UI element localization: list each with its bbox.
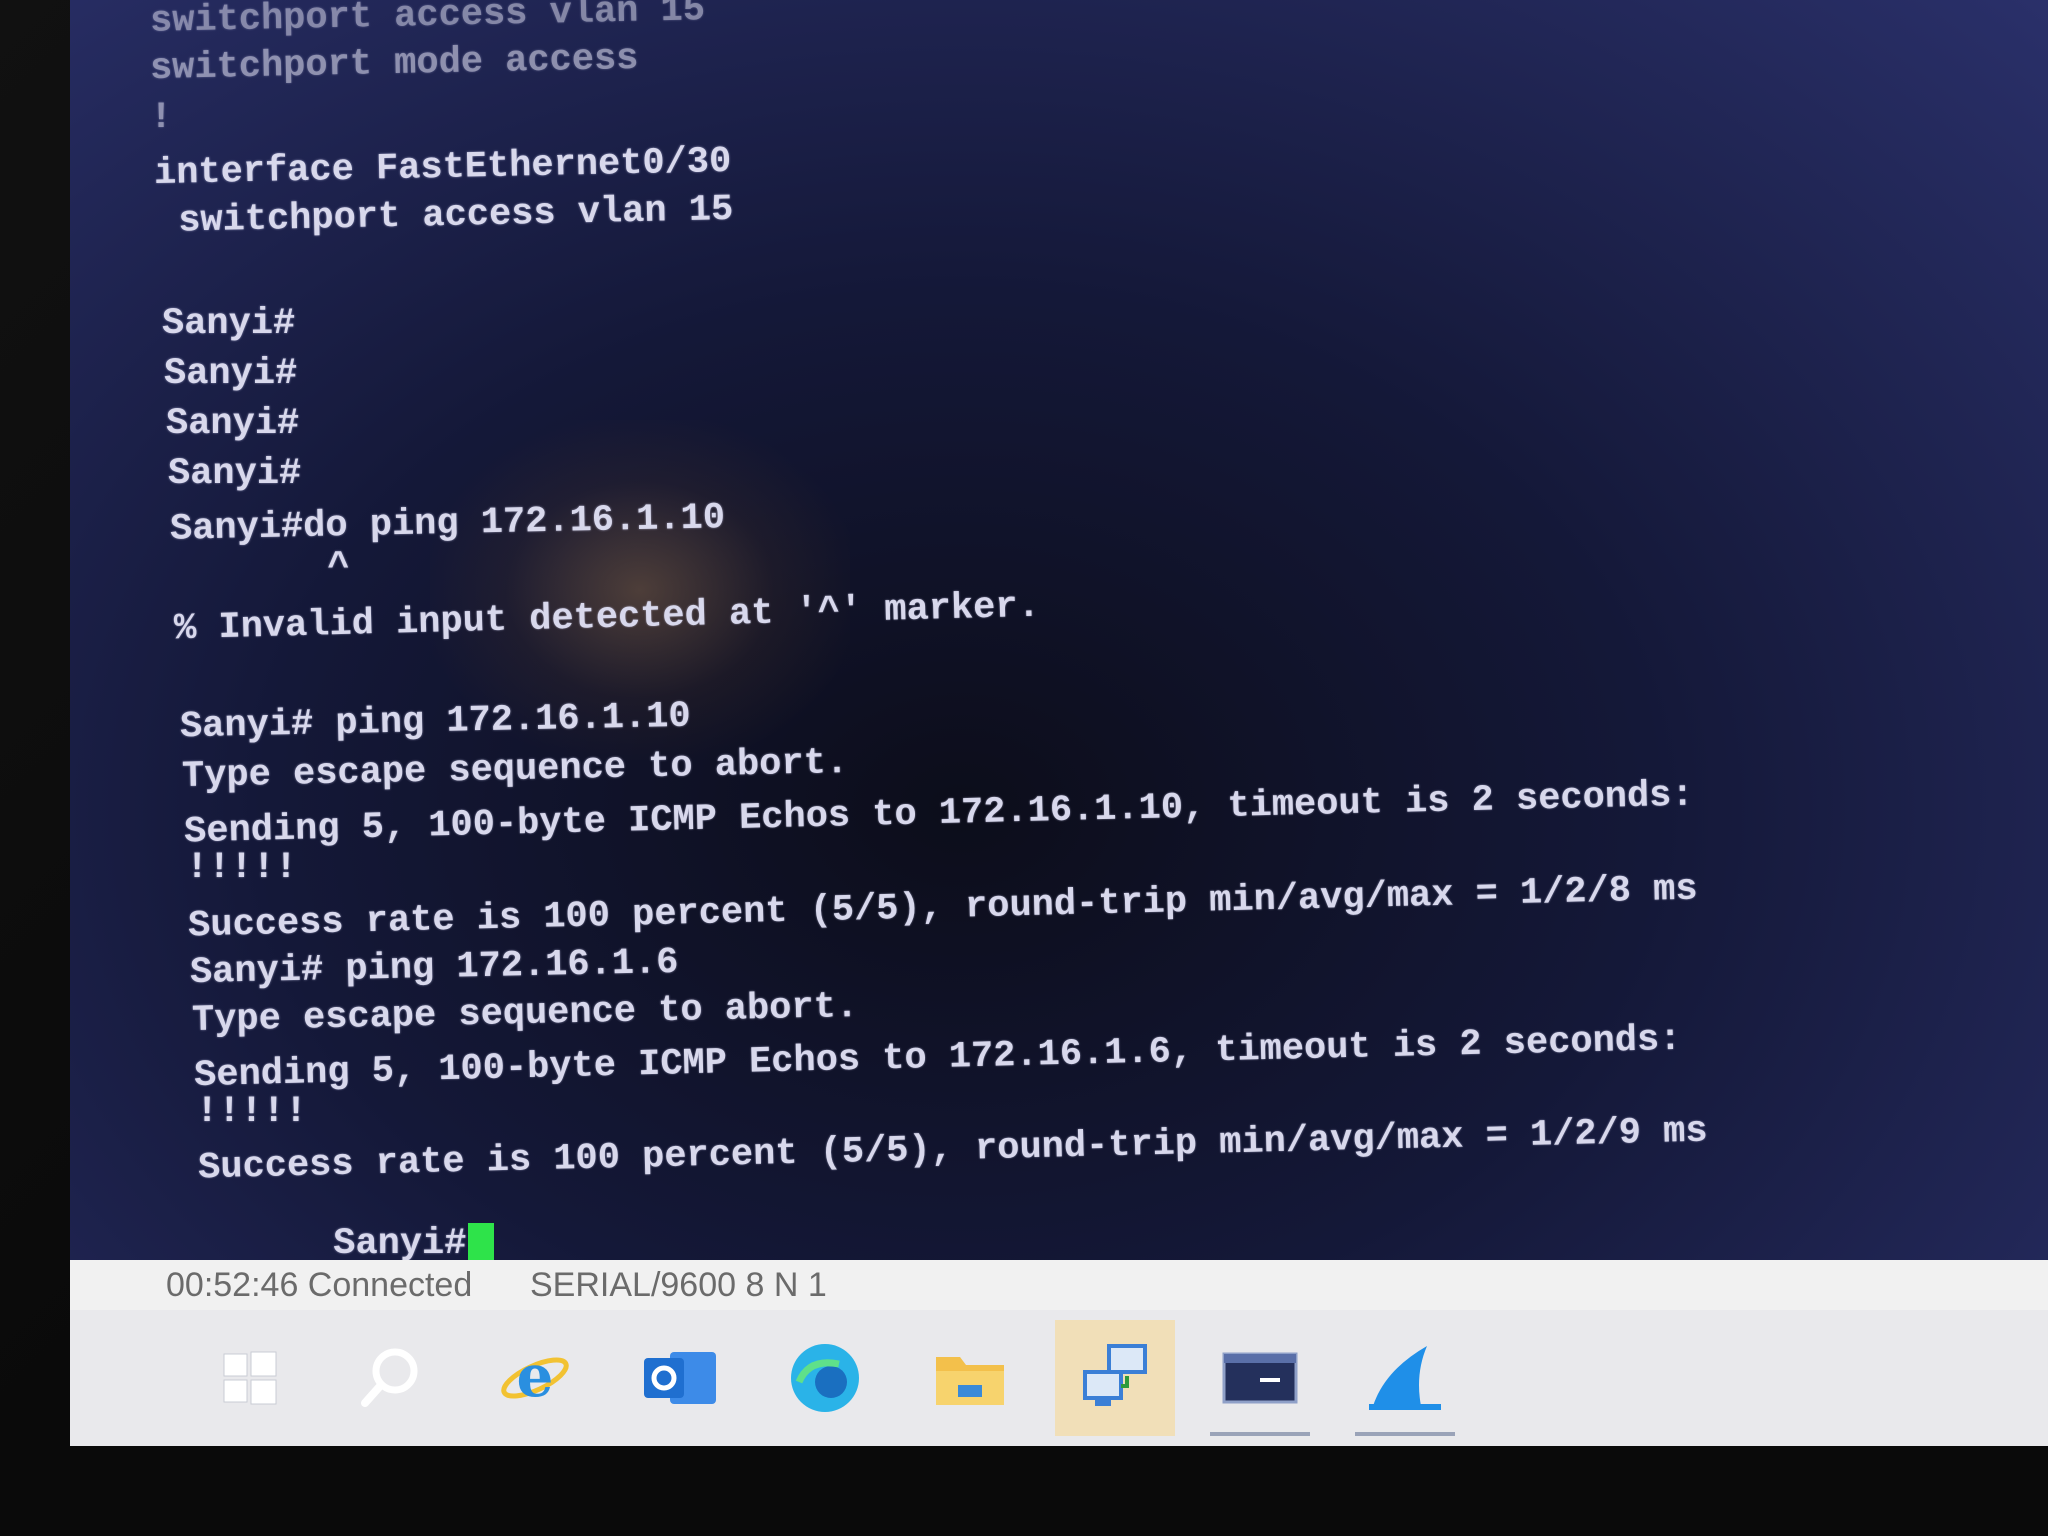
terminal-ping-result: !!!!! — [196, 1091, 308, 1133]
terminal-line: switchport access vlan 15 — [155, 188, 734, 244]
edge-icon — [791, 1344, 859, 1412]
outlook-icon — [644, 1352, 716, 1404]
terminal-line: Type escape sequence to abort. — [191, 986, 859, 1042]
shark-fin-icon — [1369, 1346, 1441, 1410]
network-app-button[interactable] — [1055, 1320, 1175, 1436]
svg-text:e: e — [517, 1342, 554, 1410]
terminal-error-line: % Invalid input detected at '^' marker. — [173, 585, 1041, 651]
terminal-cursor — [468, 1223, 495, 1263]
internet-explorer-icon: e — [501, 1342, 569, 1410]
terminal-prompt-line: Sanyi# — [166, 403, 300, 445]
search-icon — [361, 1348, 418, 1407]
terminal-line: Type escape sequence to abort. — [181, 742, 849, 798]
terminal-prompt-line: Sanyi# — [162, 303, 296, 345]
terminal-ping-result: !!!!! — [186, 847, 298, 889]
file-explorer-button[interactable] — [910, 1320, 1030, 1436]
terminal-prompt-line: Sanyi# — [164, 353, 298, 395]
terminal-line: interface FastEthernet0/30 — [153, 140, 732, 196]
terminal-command-line: Sanyi# ping 172.16.1.10 — [179, 695, 692, 749]
terminal-line: switchport access vlan 15 — [149, 0, 706, 43]
start-button[interactable] — [190, 1320, 310, 1436]
search-button[interactable] — [330, 1320, 450, 1436]
running-indicator — [1355, 1432, 1455, 1436]
taskbar: e — [70, 1310, 2048, 1446]
terminal-app-button[interactable] — [1200, 1320, 1320, 1436]
wireshark-button[interactable] — [1345, 1320, 1465, 1436]
terminal-line: Success rate is 100 percent (5/5), round… — [187, 868, 1699, 948]
terminal-line: switchport mode access — [149, 37, 639, 91]
connection-status: 00:52:46 Connected — [166, 1266, 473, 1304]
windows-logo-icon — [223, 1351, 277, 1405]
folder-icon — [936, 1357, 1004, 1405]
terminal-line: ! — [150, 97, 173, 139]
terminal-status-bar: 00:52:46 Connected SERIAL/9600 8 N 1 — [70, 1260, 2048, 1310]
terminal-prompt-line: Sanyi# — [168, 453, 302, 495]
terminal-screen[interactable]: switchport access vlan 15 switchport mod… — [70, 0, 2048, 1470]
terminal-line: Success rate is 100 percent (5/5), round… — [197, 1110, 1709, 1190]
running-indicator — [1210, 1432, 1310, 1436]
terminal-error-marker: ^ — [172, 547, 350, 589]
terminal-output[interactable]: switchport access vlan 15 switchport mod… — [100, 0, 2020, 1263]
terminal-window-icon — [1222, 1352, 1298, 1404]
internet-explorer-button[interactable]: e — [475, 1320, 595, 1436]
edge-button[interactable] — [765, 1320, 885, 1436]
serial-settings: SERIAL/9600 8 N 1 — [530, 1266, 827, 1304]
outlook-button[interactable] — [620, 1320, 740, 1436]
terminal-prompt: Sanyi# — [333, 1222, 467, 1265]
monitor-bottom-bezel — [0, 1446, 2048, 1536]
terminal-command-line: Sanyi#do ping 172.16.1.10 — [169, 497, 726, 551]
network-computers-icon — [1083, 1344, 1147, 1406]
terminal-command-line: Sanyi# ping 172.16.1.6 — [189, 941, 679, 995]
